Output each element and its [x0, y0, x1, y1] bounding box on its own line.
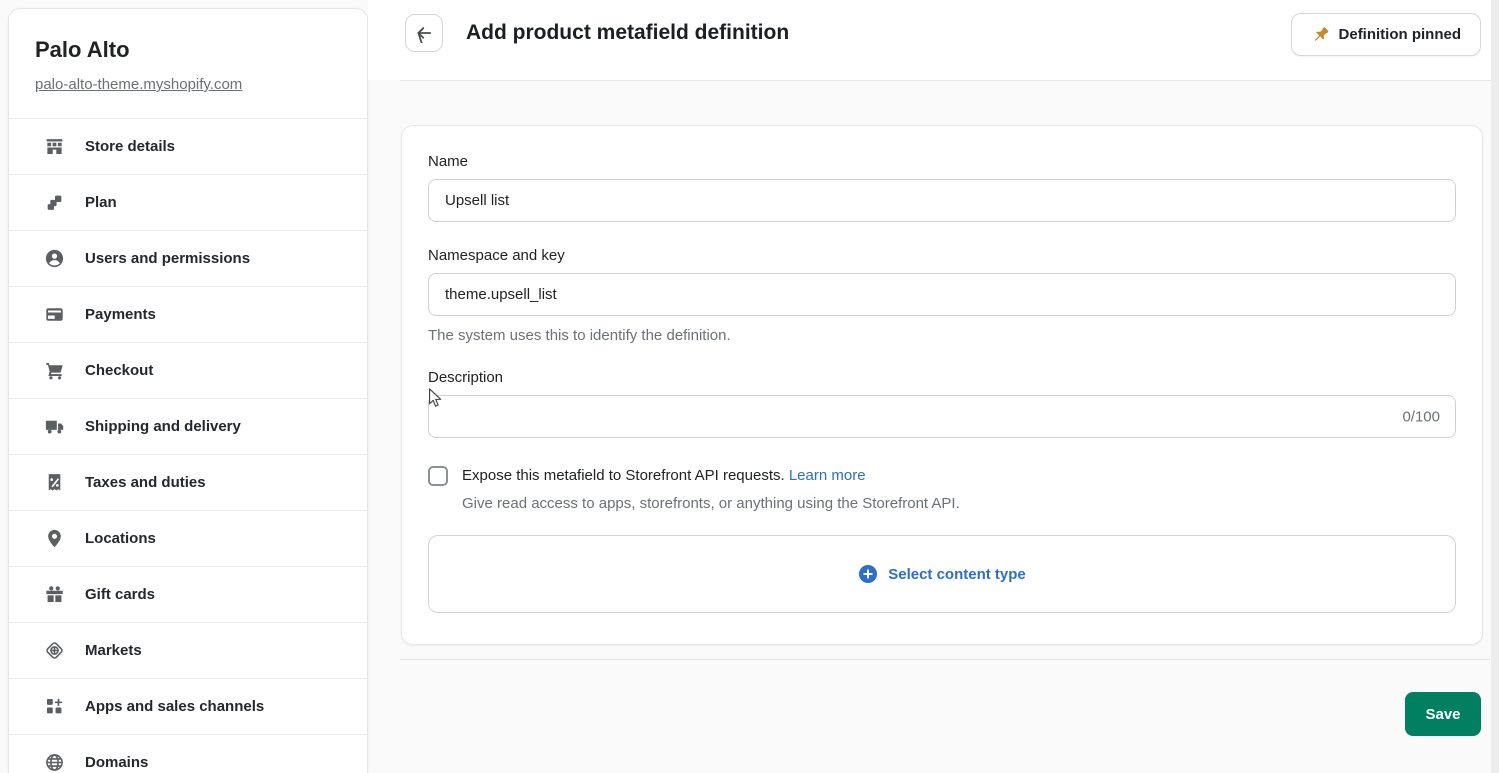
gift-icon [43, 584, 65, 606]
footer-divider [400, 659, 1490, 660]
namespace-field-group: Namespace and key The system uses this t… [428, 247, 1456, 344]
description-input[interactable] [428, 395, 1456, 438]
plan-icon [43, 192, 65, 214]
user-circle-icon [43, 248, 65, 270]
description-label: Description [428, 369, 1456, 386]
store-url-link[interactable]: palo-alto-theme.myshopify.com [35, 76, 242, 93]
cart-icon [43, 360, 65, 382]
header-divider [400, 80, 1491, 81]
store-header: Palo Alto palo-alto-theme.myshopify.com [9, 9, 367, 118]
page-title: Add product metafield definition [466, 21, 789, 45]
sidebar-item-label: Apps and sales channels [85, 698, 264, 715]
sidebar-item-label: Plan [85, 194, 117, 211]
sidebar-item-label: Domains [85, 754, 148, 771]
pushpin-icon [1311, 25, 1330, 44]
character-counter: 0/100 [1402, 408, 1440, 425]
sidebar-item-label: Locations [85, 530, 156, 547]
expose-label: Expose this metafield to Storefront API … [462, 467, 785, 484]
back-button[interactable] [405, 14, 443, 52]
store-name: Palo Alto [35, 37, 341, 63]
sidebar-item-store-details[interactable]: Store details [9, 118, 367, 174]
definition-pinned-label: Definition pinned [1339, 26, 1461, 43]
save-button[interactable]: Save [1405, 692, 1481, 736]
description-field-group: Description 0/100 [428, 369, 1456, 438]
expose-checkbox-row: Expose this metafield to Storefront API … [428, 465, 1456, 487]
sidebar-item-gift-cards[interactable]: Gift cards [9, 566, 367, 622]
settings-sidebar: Palo Alto palo-alto-theme.myshopify.com … [8, 8, 368, 773]
sidebar-item-shipping-delivery[interactable]: Shipping and delivery [9, 398, 367, 454]
sidebar-item-label: Store details [85, 138, 175, 155]
receipt-percent-icon [43, 472, 65, 494]
namespace-input[interactable] [428, 273, 1456, 316]
namespace-label: Namespace and key [428, 247, 1456, 264]
arrow-left-icon [414, 23, 434, 43]
sidebar-item-markets[interactable]: Markets [9, 622, 367, 678]
apps-grid-icon [43, 696, 65, 718]
payments-card-icon [43, 304, 65, 326]
sidebar-item-label: Markets [85, 642, 142, 659]
name-label: Name [428, 153, 1456, 170]
sidebar-item-label: Gift cards [85, 586, 155, 603]
select-content-type-button[interactable]: Select content type [428, 535, 1456, 613]
sidebar-item-payments[interactable]: Payments [9, 286, 367, 342]
namespace-help-text: The system uses this to identify the def… [428, 327, 1456, 344]
truck-icon [43, 416, 65, 438]
definition-pinned-button[interactable]: Definition pinned [1291, 13, 1481, 56]
plus-circle-icon [858, 564, 878, 584]
metafield-definition-card: Name Namespace and key The system uses t… [401, 125, 1483, 645]
sidebar-item-label: Shipping and delivery [85, 418, 241, 435]
sidebar-item-label: Checkout [85, 362, 153, 379]
markets-globe-icon [43, 640, 65, 662]
storefront-icon [43, 136, 65, 158]
sidebar-item-taxes-duties[interactable]: Taxes and duties [9, 454, 367, 510]
expose-checkbox[interactable] [428, 466, 448, 486]
sidebar-item-label: Users and permissions [85, 250, 250, 267]
select-content-type-label: Select content type [888, 566, 1026, 583]
globe-icon [43, 752, 65, 773]
expose-help-text: Give read access to apps, storefronts, o… [462, 495, 1456, 512]
sidebar-item-locations[interactable]: Locations [9, 510, 367, 566]
settings-screen: Palo Alto palo-alto-theme.myshopify.com … [0, 0, 1499, 773]
sidebar-item-label: Taxes and duties [85, 474, 206, 491]
name-input[interactable] [428, 179, 1456, 222]
sidebar-item-label: Payments [85, 306, 156, 323]
learn-more-link[interactable]: Learn more [789, 467, 866, 484]
sidebar-item-domains[interactable]: Domains [9, 734, 367, 773]
sidebar-item-checkout[interactable]: Checkout [9, 342, 367, 398]
sidebar-item-users-permissions[interactable]: Users and permissions [9, 230, 367, 286]
scrollbar[interactable] [1491, 0, 1499, 773]
location-pin-icon [43, 528, 65, 550]
name-field-group: Name [428, 153, 1456, 222]
sidebar-item-apps-sales-channels[interactable]: Apps and sales channels [9, 678, 367, 734]
sidebar-item-plan[interactable]: Plan [9, 174, 367, 230]
